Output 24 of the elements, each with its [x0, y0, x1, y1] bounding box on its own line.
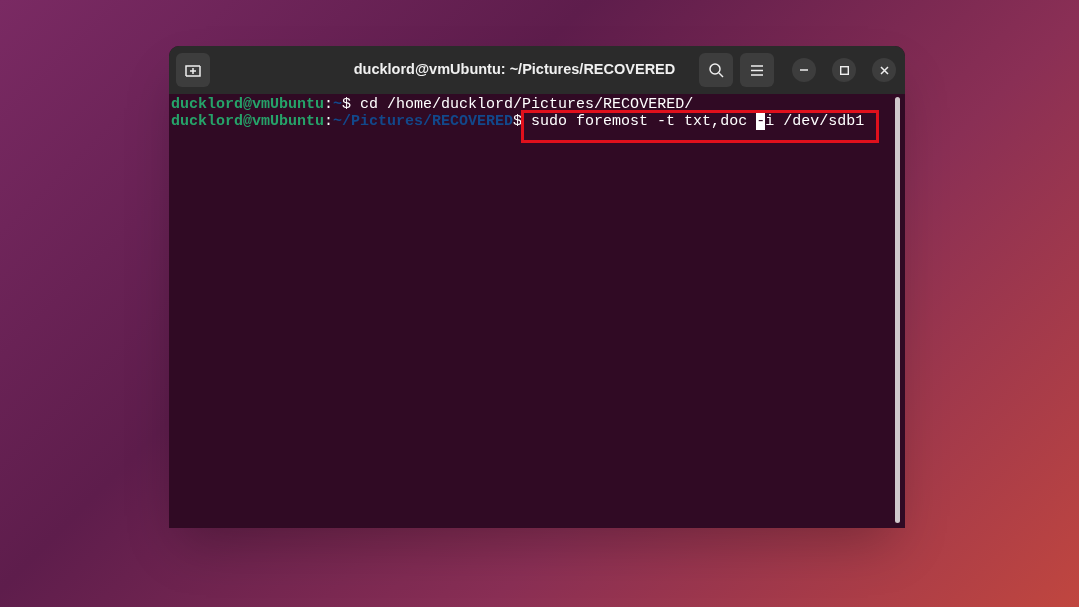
new-tab-button[interactable] [176, 53, 210, 87]
close-icon [879, 65, 889, 75]
menu-icon [751, 64, 763, 76]
close-button[interactable] [872, 58, 896, 82]
scrollbar[interactable] [895, 97, 900, 523]
menu-button[interactable] [740, 53, 774, 87]
new-tab-icon [185, 63, 201, 77]
command-text: cd /home/ducklord/Pictures/RECOVERED/ [359, 96, 694, 113]
search-icon [708, 62, 724, 78]
maximize-button[interactable] [832, 58, 856, 82]
window-title: ducklord@vmUbuntu: ~/Pictures/RECOVERED [353, 60, 676, 80]
prompt-path: ~/Pictures/RECOVERED [333, 113, 514, 130]
maximize-icon [839, 65, 849, 75]
prompt-colon: : [324, 113, 334, 130]
prompt-colon: : [324, 96, 334, 113]
prompt-path: ~ [333, 96, 343, 113]
prompt-symbol: $ [513, 113, 523, 130]
prompt-user-host: ducklord@vmUbuntu [171, 113, 325, 130]
search-button[interactable] [699, 53, 733, 87]
prompt-user-host: ducklord@vmUbuntu [171, 96, 325, 113]
minimize-icon [800, 69, 808, 71]
command-text: sudo foremost -t txt,doc -i /dev/sdb1 [522, 113, 865, 130]
minimize-button[interactable] [792, 58, 816, 82]
prompt-symbol: $ [342, 96, 352, 113]
